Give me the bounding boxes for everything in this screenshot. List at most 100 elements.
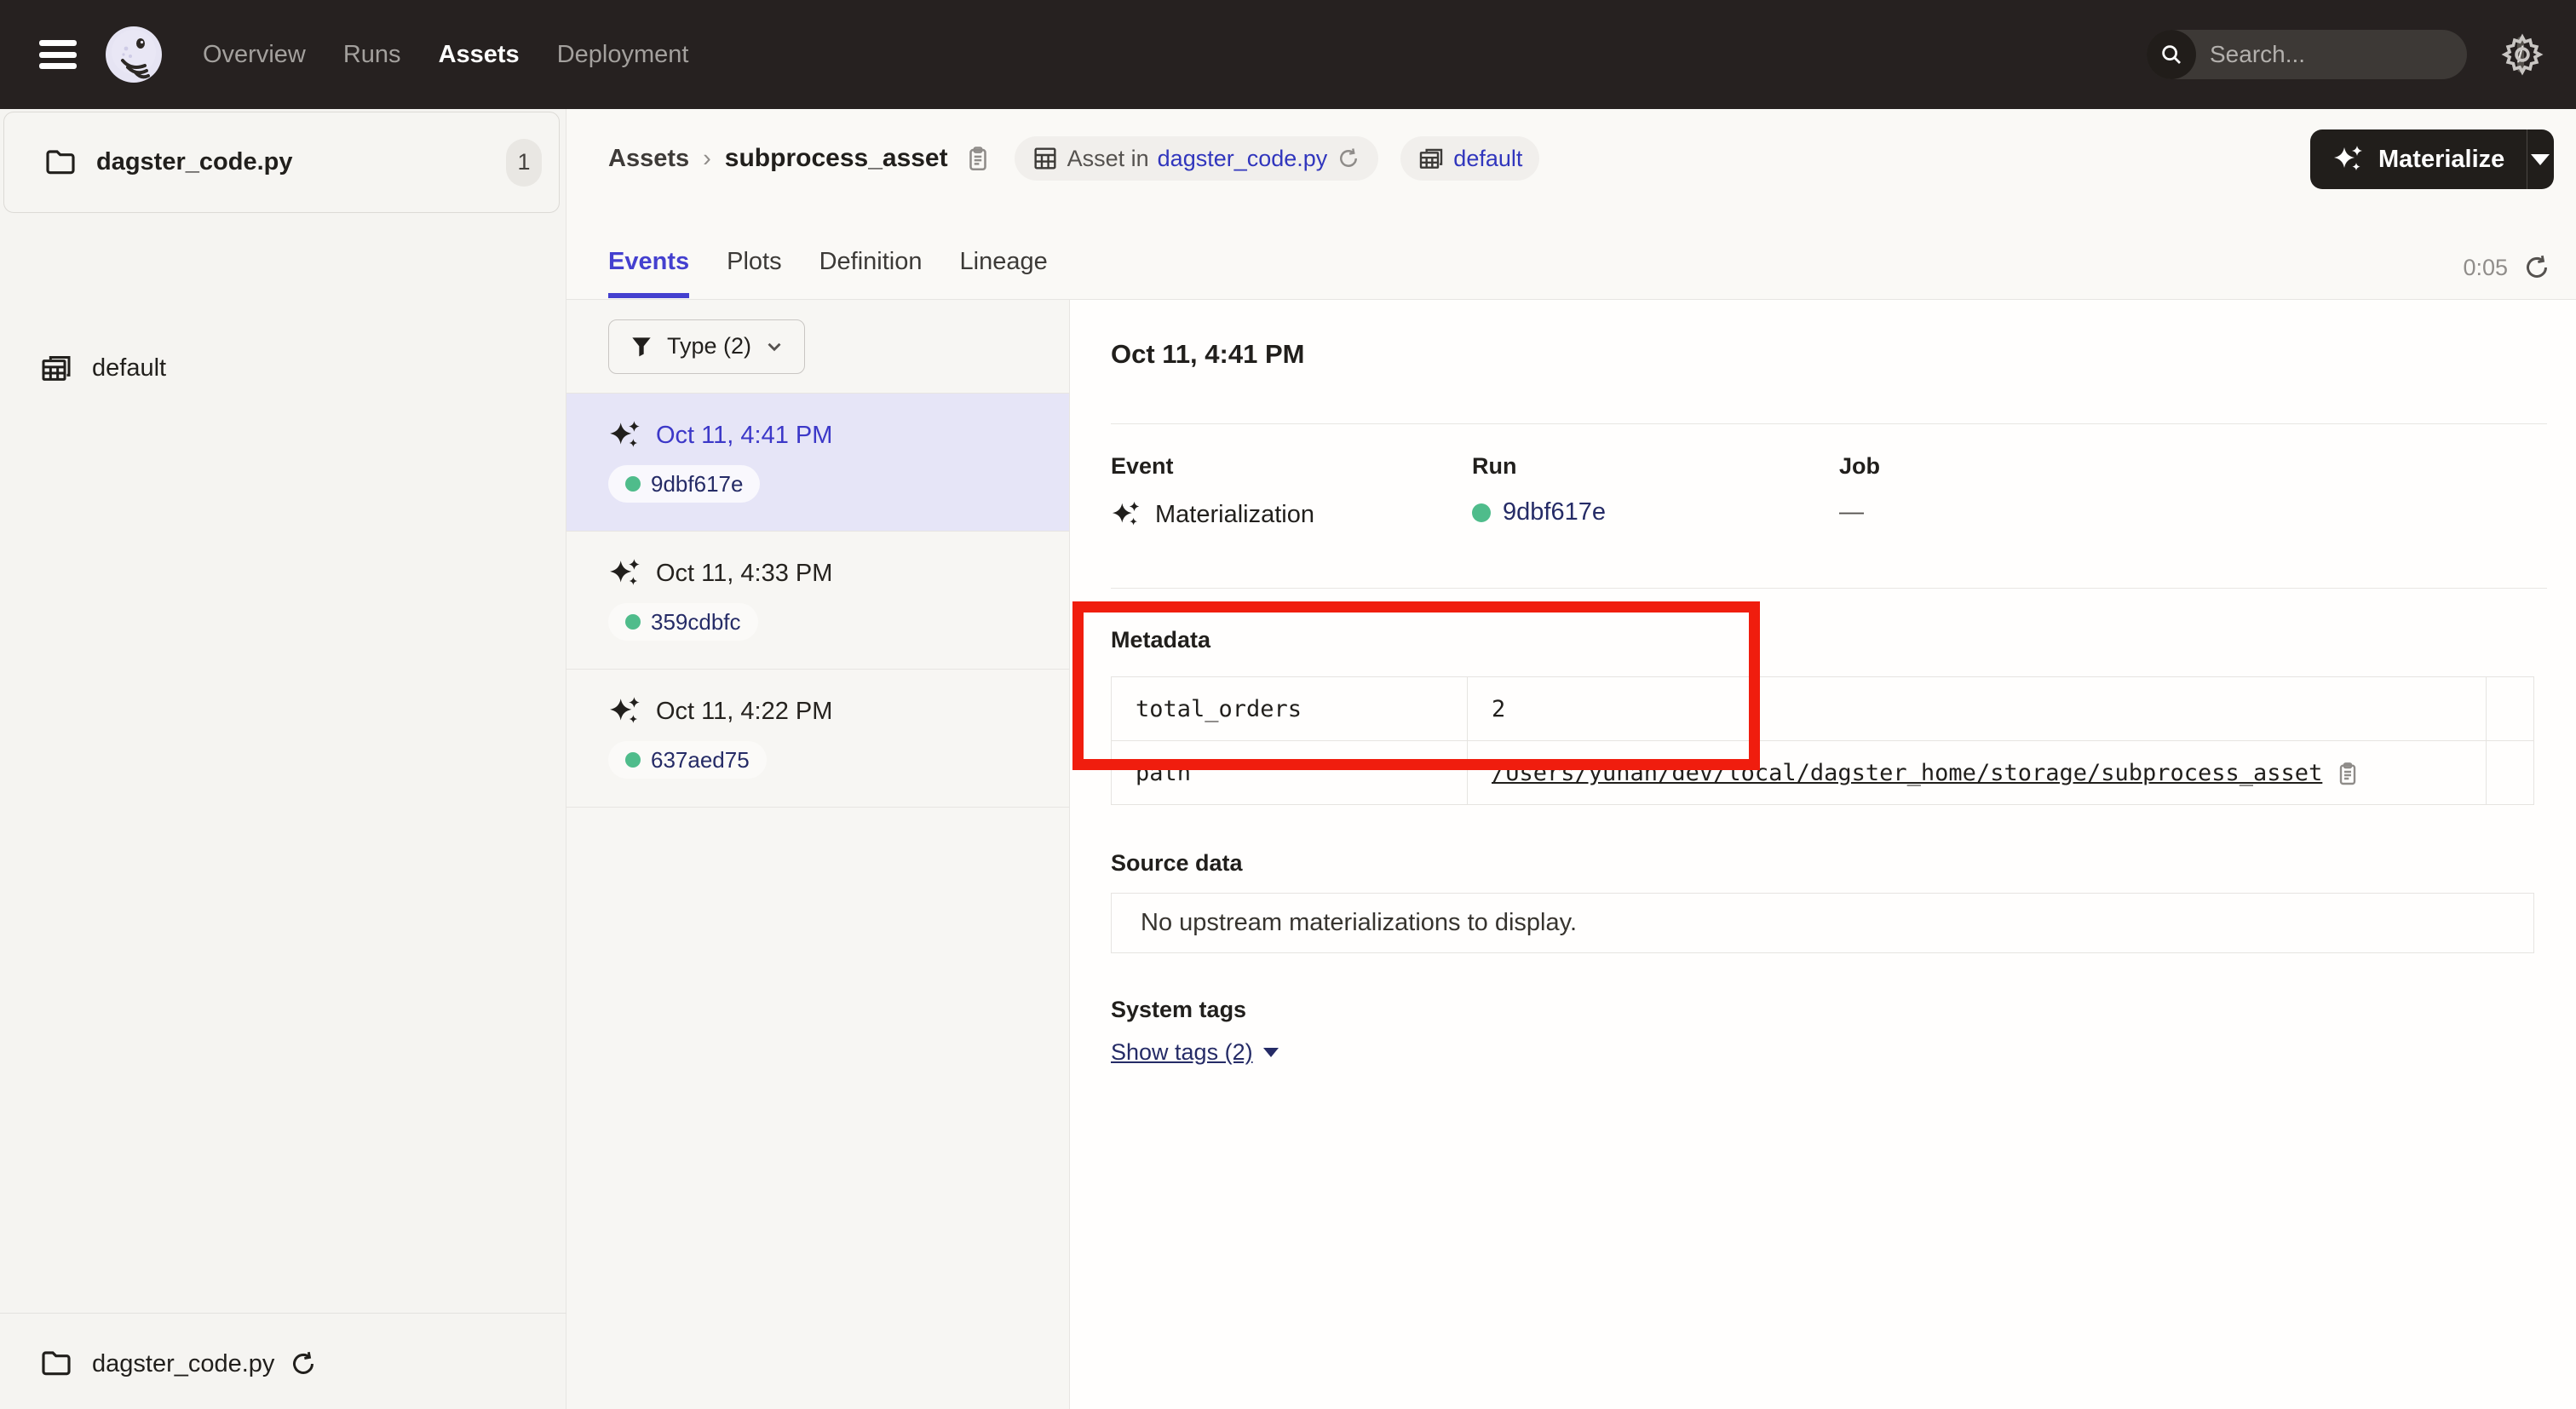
run-id-pill[interactable]: 9dbf617e xyxy=(608,465,760,503)
source-data-title: Source data xyxy=(1111,850,1243,877)
group-link[interactable]: default xyxy=(1453,146,1522,172)
metadata-table: total_orders 2 path /Users/yuhan/dev/loc… xyxy=(1111,676,2534,805)
run-id-link[interactable]: 9dbf617e xyxy=(1503,498,1606,526)
sidebar-footer-label: dagster_code.py xyxy=(92,1350,274,1378)
event-column-label: Event xyxy=(1111,453,1472,480)
storage-path-link[interactable]: /Users/yuhan/dev/local/dagster_home/stor… xyxy=(1492,760,2322,786)
run-id-pill[interactable]: 637aed75 xyxy=(608,741,767,779)
refresh-icon[interactable] xyxy=(2521,252,2552,283)
event-detail-heading: Oct 11, 4:41 PM xyxy=(1111,339,1304,370)
materialization-sparkle-icon xyxy=(608,555,644,591)
chevron-down-icon xyxy=(763,336,785,358)
metadata-value-cell: /Users/yuhan/dev/local/dagster_home/stor… xyxy=(1468,741,2487,805)
code-location-sidebar: dagster_code.py 1 default dagster_code.p… xyxy=(0,109,566,1409)
search-input[interactable] xyxy=(2196,41,2517,68)
source-data-empty-box: No upstream materializations to display. xyxy=(1111,893,2534,953)
breadcrumb-separator: › xyxy=(703,145,711,173)
metadata-key-cell: path xyxy=(1112,741,1468,805)
job-empty-value: — xyxy=(1839,498,1864,526)
type-filter-label: Type (2) xyxy=(667,333,751,359)
tab-definition[interactable]: Definition xyxy=(819,248,923,298)
top-navbar: Overview Runs Assets Deployment / xyxy=(0,0,2576,109)
event-date: Oct 11, 4:22 PM xyxy=(656,698,832,726)
caret-down-icon xyxy=(1263,1048,1279,1057)
sidebar-item-code-location[interactable]: dagster_code.py 1 xyxy=(3,112,560,213)
event-list-item[interactable]: Oct 11, 4:22 PM 637aed75 xyxy=(566,670,1069,808)
event-filter-row: Type (2) xyxy=(566,300,1069,394)
event-list-item[interactable]: Oct 11, 4:33 PM 359cdbfc xyxy=(566,532,1069,670)
nav-item-runs[interactable]: Runs xyxy=(343,41,401,69)
reload-location-icon[interactable] xyxy=(288,1349,319,1379)
breadcrumb-assets-link[interactable]: Assets xyxy=(608,145,689,173)
metadata-value-cell: 2 xyxy=(1468,677,2487,741)
source-data-empty-text: No upstream materializations to display. xyxy=(1141,909,1577,937)
show-tags-toggle[interactable]: Show tags (2) xyxy=(1111,1039,1279,1066)
timer-value: 0:05 xyxy=(2463,255,2508,281)
run-status-dot xyxy=(625,476,641,492)
run-status-dot xyxy=(625,614,641,630)
tab-plots[interactable]: Plots xyxy=(727,248,781,298)
materialization-sparkle-icon xyxy=(608,417,644,453)
materialize-dropdown-caret[interactable] xyxy=(2527,154,2554,165)
sidebar-divider xyxy=(0,1313,566,1314)
event-summary-row: Event Materialization Run 9dbf617e Job — xyxy=(1111,453,1880,531)
event-list-item[interactable]: Oct 11, 4:41 PM 9dbf617e xyxy=(566,394,1069,532)
run-id: 637aed75 xyxy=(651,747,750,774)
nav-item-deployment[interactable]: Deployment xyxy=(557,41,689,69)
sidebar-item-label: default xyxy=(92,354,166,382)
materialize-label: Materialize xyxy=(2378,146,2504,174)
show-tags-label: Show tags (2) xyxy=(1111,1039,1253,1066)
reload-definitions-icon[interactable] xyxy=(1336,146,1361,171)
metadata-section-title: Metadata xyxy=(1111,627,1210,653)
asset-group-badge: default xyxy=(1400,136,1539,181)
run-status-dot xyxy=(1472,503,1491,522)
copy-path-icon[interactable] xyxy=(2334,760,2361,787)
asset-count-badge: 1 xyxy=(506,139,542,187)
dagster-logo[interactable] xyxy=(106,26,162,83)
run-id-pill[interactable]: 359cdbfc xyxy=(608,603,758,641)
job-column-label: Job xyxy=(1839,453,1880,480)
search-icon xyxy=(2147,30,2196,79)
event-date: Oct 11, 4:33 PM xyxy=(656,560,832,588)
run-id: 9dbf617e xyxy=(651,471,743,497)
materialization-sparkle-icon xyxy=(1111,498,1143,531)
copy-asset-name-icon[interactable] xyxy=(963,144,992,173)
filter-funnel-icon xyxy=(628,333,655,360)
tab-lineage[interactable]: Lineage xyxy=(960,248,1048,298)
group-grid-icon xyxy=(1417,145,1445,172)
page-title: subprocess_asset xyxy=(725,144,948,173)
event-date: Oct 11, 4:41 PM xyxy=(656,422,832,450)
materialization-sparkle-icon xyxy=(608,693,644,729)
octopus-icon xyxy=(106,26,162,83)
asset-group-icon xyxy=(39,351,73,385)
refresh-timer: 0:05 xyxy=(2463,252,2552,283)
materialize-sparkle-icon xyxy=(2332,142,2366,176)
event-detail-panel: Oct 11, 4:41 PM Event Materialization Ru… xyxy=(1070,300,2576,1409)
asset-grid-icon xyxy=(1032,145,1059,172)
metadata-action-cell xyxy=(2487,741,2533,805)
event-list-panel: Type (2) Oct 11, 4:41 PM 9dbf617e xyxy=(566,300,1070,1409)
event-type-value: Materialization xyxy=(1155,501,1314,529)
folder-icon xyxy=(39,1347,73,1381)
tab-events[interactable]: Events xyxy=(608,248,689,298)
metadata-action-cell xyxy=(2487,677,2533,741)
sidebar-item-default-group[interactable]: default xyxy=(0,341,566,395)
asset-location-badge: Asset in dagster_code.py xyxy=(1015,136,1379,181)
primary-nav: Overview Runs Assets Deployment xyxy=(203,41,688,69)
global-search[interactable]: / xyxy=(2147,30,2467,79)
folder-icon xyxy=(43,146,78,180)
code-location-link[interactable]: dagster_code.py xyxy=(1158,146,1328,172)
sidebar-footer-code-location[interactable]: dagster_code.py xyxy=(0,1336,566,1392)
system-tags-title: System tags xyxy=(1111,997,1246,1023)
settings-gear-icon[interactable] xyxy=(2500,32,2544,77)
nav-item-assets[interactable]: Assets xyxy=(439,41,520,69)
type-filter-button[interactable]: Type (2) xyxy=(608,319,805,374)
breadcrumb: Assets › subprocess_asset Asset in dagst… xyxy=(608,136,1539,181)
metadata-key-cell: total_orders xyxy=(1112,677,1468,741)
divider xyxy=(1111,423,2547,424)
divider xyxy=(1111,588,2547,589)
hamburger-menu-icon[interactable] xyxy=(39,40,77,69)
materialize-button[interactable]: Materialize xyxy=(2310,129,2554,189)
run-id: 359cdbfc xyxy=(651,609,741,635)
nav-item-overview[interactable]: Overview xyxy=(203,41,306,69)
